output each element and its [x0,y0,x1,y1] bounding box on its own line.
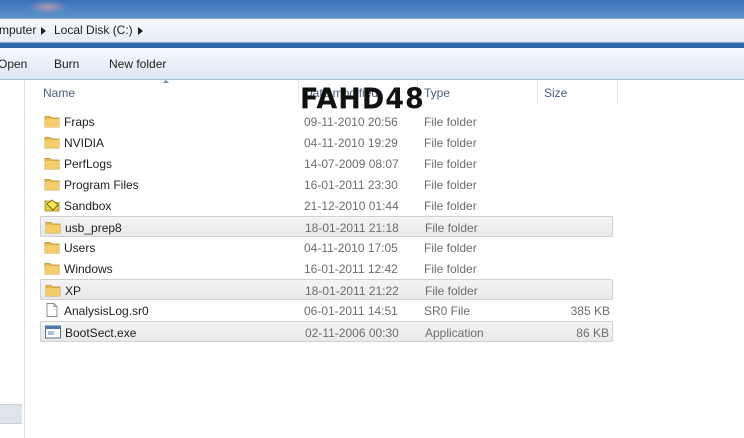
file-row[interactable]: BootSect.exe 02-11-2006 00:30 Application 8… [40,321,613,342]
file-type: Application [425,326,484,340]
column-header-size-label: Size [544,86,568,100]
file-row[interactable]: usb_prep8 18-01-2011 21:18 File folder [40,216,613,237]
file-date-modified: 04-11-2010 17:05 [304,241,398,255]
window-glow-decoration [28,0,68,14]
file-type: File folder [424,262,477,276]
column-header-name[interactable]: Name [40,80,298,104]
folder-icon [44,114,60,128]
breadcrumb-arrow-icon[interactable] [41,27,46,35]
file-date-modified: 09-11-2010 20:56 [304,115,398,129]
file-row[interactable]: XP 18-01-2011 21:22 File folder [40,279,613,300]
column-divider[interactable] [617,80,618,104]
folder-icon [44,135,60,149]
file-row[interactable]: PerfLogs 14-07-2009 08:07 File folder [40,153,613,174]
address-bar[interactable]: mputer Local Disk (C:) [0,18,744,43]
file-name: NVIDIA [64,136,105,150]
file-name: BootSect.exe [65,326,137,340]
document-icon [44,303,60,317]
file-date-modified: 04-11-2010 19:29 [304,136,398,150]
sandbox-folder-icon [44,198,60,212]
file-type: File folder [424,241,477,255]
file-date-modified: 16-01-2011 23:30 [304,178,398,192]
file-type: File folder [424,115,477,129]
column-header-type[interactable]: Type [418,80,537,104]
folder-icon [45,283,61,297]
file-size: 86 KB [576,326,609,340]
column-header-name-label: Name [43,86,76,100]
watermark-text: FAHD48 [300,83,425,116]
file-size: 385 KB [570,304,610,318]
file-name: Program Files [64,178,139,192]
file-date-modified: 18-01-2011 21:22 [305,284,399,298]
file-name: Users [64,241,96,255]
folder-icon [45,220,61,234]
file-type: File folder [424,136,477,150]
breadcrumb-computer[interactable]: mputer [0,23,36,37]
file-name: PerfLogs [64,157,113,171]
new-folder-button[interactable]: New folder [109,57,166,71]
application-icon [45,325,61,339]
file-date-modified: 14-07-2009 08:07 [304,157,399,171]
file-date-modified: 06-01-2011 14:51 [304,304,398,318]
file-date-modified: 21-12-2010 01:44 [304,199,399,213]
file-name: Windows [64,262,113,276]
file-name: usb_prep8 [65,221,122,235]
file-type: File folder [425,221,478,235]
file-date-modified: 02-11-2006 00:30 [305,326,399,340]
file-name: XP [65,284,82,298]
file-row[interactable]: NVIDIA 04-11-2010 19:29 File folder [40,132,613,153]
folder-icon [44,156,60,170]
file-row[interactable]: Sandbox 21-12-2010 01:44 File folder [40,195,613,216]
navigation-selected-item[interactable] [0,404,22,424]
command-toolbar: Open Burn New folder [0,48,744,80]
burn-button[interactable]: Burn [54,57,79,71]
column-header-type-label: Type [424,86,451,100]
open-button[interactable]: Open [0,57,27,71]
file-row[interactable]: Windows 16-01-2011 12:42 File folder [40,258,613,279]
breadcrumb-arrow-icon[interactable] [138,27,143,35]
column-header-size[interactable]: Size [538,80,618,104]
file-name: Sandbox [64,199,112,213]
breadcrumb-local-disk[interactable]: Local Disk (C:) [54,23,133,37]
file-date-modified: 18-01-2011 21:18 [305,221,399,235]
navigation-pane[interactable] [0,80,25,438]
folder-icon [44,177,60,191]
file-row[interactable]: Users 04-11-2010 17:05 File folder [40,237,613,258]
file-type: File folder [424,199,477,213]
file-type: File folder [425,284,478,298]
file-type: File folder [424,157,477,171]
file-date-modified: 16-01-2011 12:42 [304,262,398,276]
file-row[interactable]: Program Files 16-01-2011 23:30 File folder [40,174,613,195]
file-type: File folder [424,178,477,192]
file-type: SR0 File [424,304,471,318]
folder-icon [44,240,60,254]
folder-icon [44,261,60,275]
file-row[interactable]: AnalysisLog.sr0 06-01-2011 14:51 SR0 File 3… [40,300,613,321]
file-name: AnalysisLog.sr0 [64,304,149,318]
file-name: Fraps [64,115,95,129]
